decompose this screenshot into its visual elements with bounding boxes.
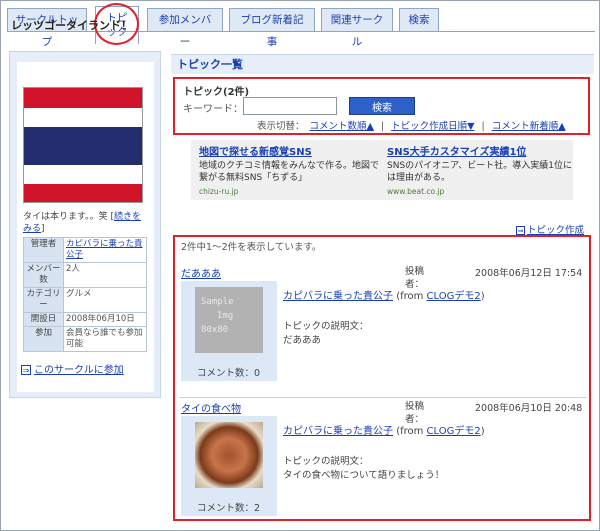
create-topic: ⇒ トピック作成 — [516, 222, 584, 236]
comment-count: コメント数：2 — [197, 503, 261, 514]
tab-search[interactable]: 検索 — [399, 8, 439, 32]
topic-thumb-box: コメント数：2 — [181, 416, 277, 516]
topic-list: 2件中1～2件を表示しています。 だあああ Sample Img 80x80 コ… — [173, 235, 591, 521]
info-row-category: カテゴリー グルメ — [23, 287, 147, 313]
thumb-label: 80x80 — [201, 325, 229, 335]
info-value: グルメ — [63, 287, 147, 313]
tab-blog-new[interactable]: ブログ新着記事 — [229, 8, 315, 48]
info-row-join: 参加 会員なら誰でも参加可能 — [23, 326, 147, 352]
admin-link[interactable]: カピバラに乗った貴公子 — [66, 239, 143, 260]
poster-label: 投稿者： — [405, 266, 425, 290]
ad-text: 地域のクチコミ情報をみんなで作る。地図で繋がる無料SNS「ちずる」 — [199, 161, 380, 183]
topic-description: タイの食べ物について語りましょう！ — [283, 470, 445, 481]
topic-thumbnail-sample[interactable]: Sample Img 80x80 — [195, 287, 263, 353]
author-link[interactable]: カピバラに乗った貴公子 — [283, 426, 393, 437]
topic-list-heading: トピック一覧 — [171, 54, 594, 74]
comment-count: コメント数：0 — [197, 368, 261, 379]
sort-separator: | — [481, 121, 485, 132]
author-link[interactable]: カピバラに乗った貴公子 — [283, 291, 393, 302]
topic-search-panel: トピック(2件) キーワード： 検索 表示切替： コメント数順▲ | トピック作… — [173, 77, 590, 135]
from-circle-link[interactable]: CLOGデモ2 — [427, 426, 481, 437]
info-key: メンバー数 — [23, 262, 64, 288]
thumb-label: Img — [217, 311, 234, 321]
topic-description: だあああ — [283, 335, 322, 346]
result-count: 2件中1～2件を表示しています。 — [181, 242, 322, 253]
info-value: 2008年06月10日 — [63, 312, 147, 327]
topic-author: カピバラに乗った貴公子 (from CLOGデモ2) — [283, 422, 485, 437]
ad-item[interactable]: 地図で探せる新感覚SNS 地域のクチコミ情報をみんなで作る。地図で繋がる無料SN… — [199, 143, 384, 196]
poster-label: 投稿者： — [405, 401, 425, 425]
info-value: 2人 — [63, 262, 147, 288]
sort-separator: | — [380, 121, 385, 132]
info-value: 会員なら誰でも参加可能 — [63, 326, 147, 352]
info-row-members: メンバー数 2人 — [23, 262, 147, 288]
sort-by-new-comments-link[interactable]: コメント新着順▲ — [492, 121, 566, 132]
topic-count-title: トピック(2件) — [183, 87, 250, 98]
info-key: 管理者 — [23, 237, 64, 263]
circle-name: レッツゴータイランド！ — [11, 19, 132, 32]
info-row-founded: 開設日 2008年06月10日 — [23, 312, 147, 327]
info-value-cell: カピバラに乗った貴公子 — [63, 237, 147, 263]
create-arrow-icon: ⇒ — [516, 226, 525, 235]
topic-date: 2008年06月10日 20:48 — [475, 403, 583, 414]
sort-switcher: 表示切替： コメント数順▲ | トピック作成日順▼ | コメント新着順▲ — [257, 118, 568, 132]
info-row-admin: 管理者 カピバラに乗った貴公子 — [23, 237, 147, 263]
search-button[interactable]: 検索 — [349, 97, 415, 115]
info-key: カテゴリー — [23, 287, 64, 313]
topic-item: だあああ Sample Img 80x80 コメント数：0 カピバラに乗った貴公… — [179, 263, 587, 393]
join-circle: ⇒ このサークルに参加 — [21, 361, 124, 376]
circle-description-text: タイは本ります。。笑 — [23, 212, 108, 222]
from-circle-link[interactable]: CLOGデモ2 — [427, 291, 481, 302]
info-key: 参加 — [23, 326, 64, 352]
topic-thumbnail-food-photo[interactable] — [195, 422, 263, 488]
topic-author: カピバラに乗った貴公子 (from CLOGデモ2) — [283, 287, 485, 302]
from-suffix: ) — [480, 426, 485, 437]
tab-related-circles[interactable]: 関連サークル — [321, 8, 393, 48]
topic-thumb-box: Sample Img 80x80 コメント数：0 — [181, 281, 277, 381]
ad-title[interactable]: SNS大手カスタマイズ実績1位 — [387, 143, 572, 158]
topic-title-link[interactable]: タイの食べ物 — [181, 400, 241, 415]
page-frame: サークルトップ トピック 参加メンバー ブログ新着記事 関連サークル 検索 レッ… — [0, 0, 600, 531]
sort-label: 表示切替： — [257, 121, 305, 132]
circle-info-table: 管理者 カピバラに乗った貴公子 メンバー数 2人 カテゴリー グルメ 開設日 2… — [23, 237, 147, 352]
keyword-input[interactable] — [243, 97, 337, 115]
ad-banner: 地図で探せる新感覚SNS 地域のクチコミ情報をみんなで作る。地図で繋がる無料SN… — [191, 140, 573, 200]
ad-title[interactable]: 地図で探せる新感覚SNS — [199, 143, 384, 158]
info-key: 開設日 — [23, 312, 64, 327]
from-suffix: ) — [480, 291, 485, 302]
description-label: トピックの説明文： — [283, 321, 369, 332]
topic-item: タイの食べ物 コメント数：2 カピバラに乗った貴公子 (from CLOGデモ2… — [179, 397, 587, 527]
from-prefix: (from — [396, 291, 427, 302]
join-circle-link[interactable]: このサークルに参加 — [34, 365, 124, 376]
ad-url[interactable]: chizu-ru.jp — [199, 187, 384, 196]
circle-image-thai-flag — [23, 87, 143, 203]
thumb-label: Sample — [201, 297, 234, 307]
ad-text: SNSのパイオニア、ビート社。導入実績1位には理由がある。 — [387, 161, 572, 183]
ad-url[interactable]: www.beat.co.jp — [387, 187, 572, 196]
topic-title-link[interactable]: だあああ — [181, 265, 221, 280]
keyword-label: キーワード： — [183, 104, 243, 115]
sort-by-created-link[interactable]: トピック作成日順▼ — [391, 121, 474, 132]
circle-description: タイは本ります。。笑 [続きをみる] — [23, 212, 141, 234]
from-prefix: (from — [396, 426, 427, 437]
join-arrow-icon: ⇒ — [21, 365, 31, 375]
description-label: トピックの説明文： — [283, 456, 369, 467]
sort-by-comments-link[interactable]: コメント数順▲ — [310, 121, 374, 132]
tab-members[interactable]: 参加メンバー — [147, 8, 223, 48]
topic-date: 2008年06月12日 17:54 — [475, 268, 583, 279]
ad-item[interactable]: SNS大手カスタマイズ実績1位 SNSのパイオニア、ビート社。導入実績1位には理… — [387, 143, 572, 196]
